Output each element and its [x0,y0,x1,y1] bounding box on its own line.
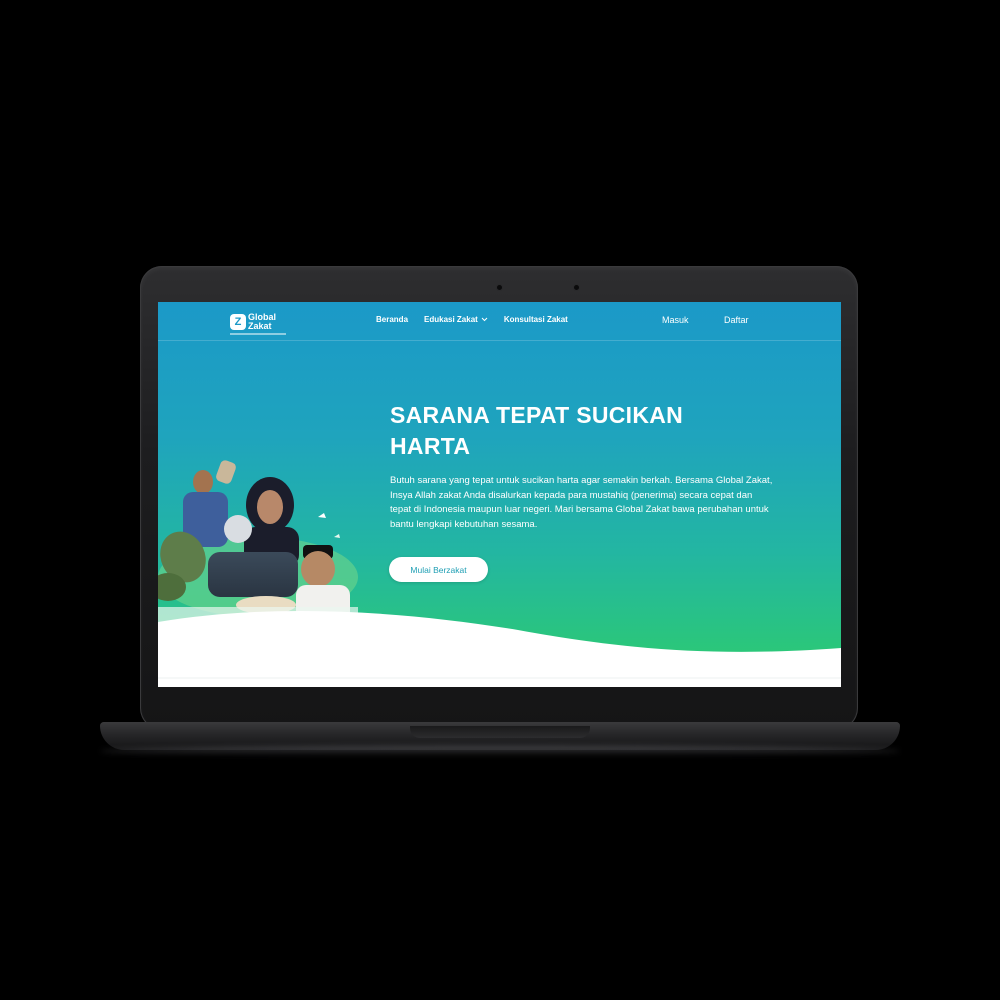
logo-tagline [230,333,286,335]
hero-title: SARANA TEPAT SUCIKAN HARTA [390,402,684,459]
global-zakat-logo-icon: Z [230,314,246,330]
laptop-screen: Z Global Zakat Beranda Edukasi Zakat Kon… [158,302,841,687]
hero-wave-divider [158,610,841,687]
start-zakat-button[interactable]: Mulai Berzakat [389,557,488,582]
laptop-base-reflection [100,746,900,756]
site-logo[interactable]: Z Global Zakat [230,309,300,335]
nav-link-konsultasi-zakat[interactable]: Konsultasi Zakat [504,315,568,324]
camera-dot [497,285,502,290]
register-link[interactable]: Daftar [724,315,749,325]
hero-section: Z Global Zakat Beranda Edukasi Zakat Kon… [158,302,841,687]
nav-link-edukasi-zakat[interactable]: Edukasi Zakat [424,315,488,324]
hero-people-collage [158,460,358,622]
logo-line-2: Zakat [248,321,272,331]
hero-description: Butuh sarana yang tepat untuk sucikan ha… [390,475,773,530]
nav-menu: Beranda Edukasi Zakat Konsultasi Zakat [376,315,568,324]
logo-wordmark: Global Zakat [248,313,276,331]
nav-link-beranda[interactable]: Beranda [376,315,408,324]
camera-dot [574,285,579,290]
nav-link-label: Edukasi Zakat [424,315,478,324]
laptop-base-notch [410,726,590,738]
chevron-down-icon [481,317,488,322]
navbar: Z Global Zakat Beranda Edukasi Zakat Kon… [158,302,841,341]
laptop-mockup: Z Global Zakat Beranda Edukasi Zakat Kon… [0,0,1000,1000]
login-link[interactable]: Masuk [662,315,689,325]
